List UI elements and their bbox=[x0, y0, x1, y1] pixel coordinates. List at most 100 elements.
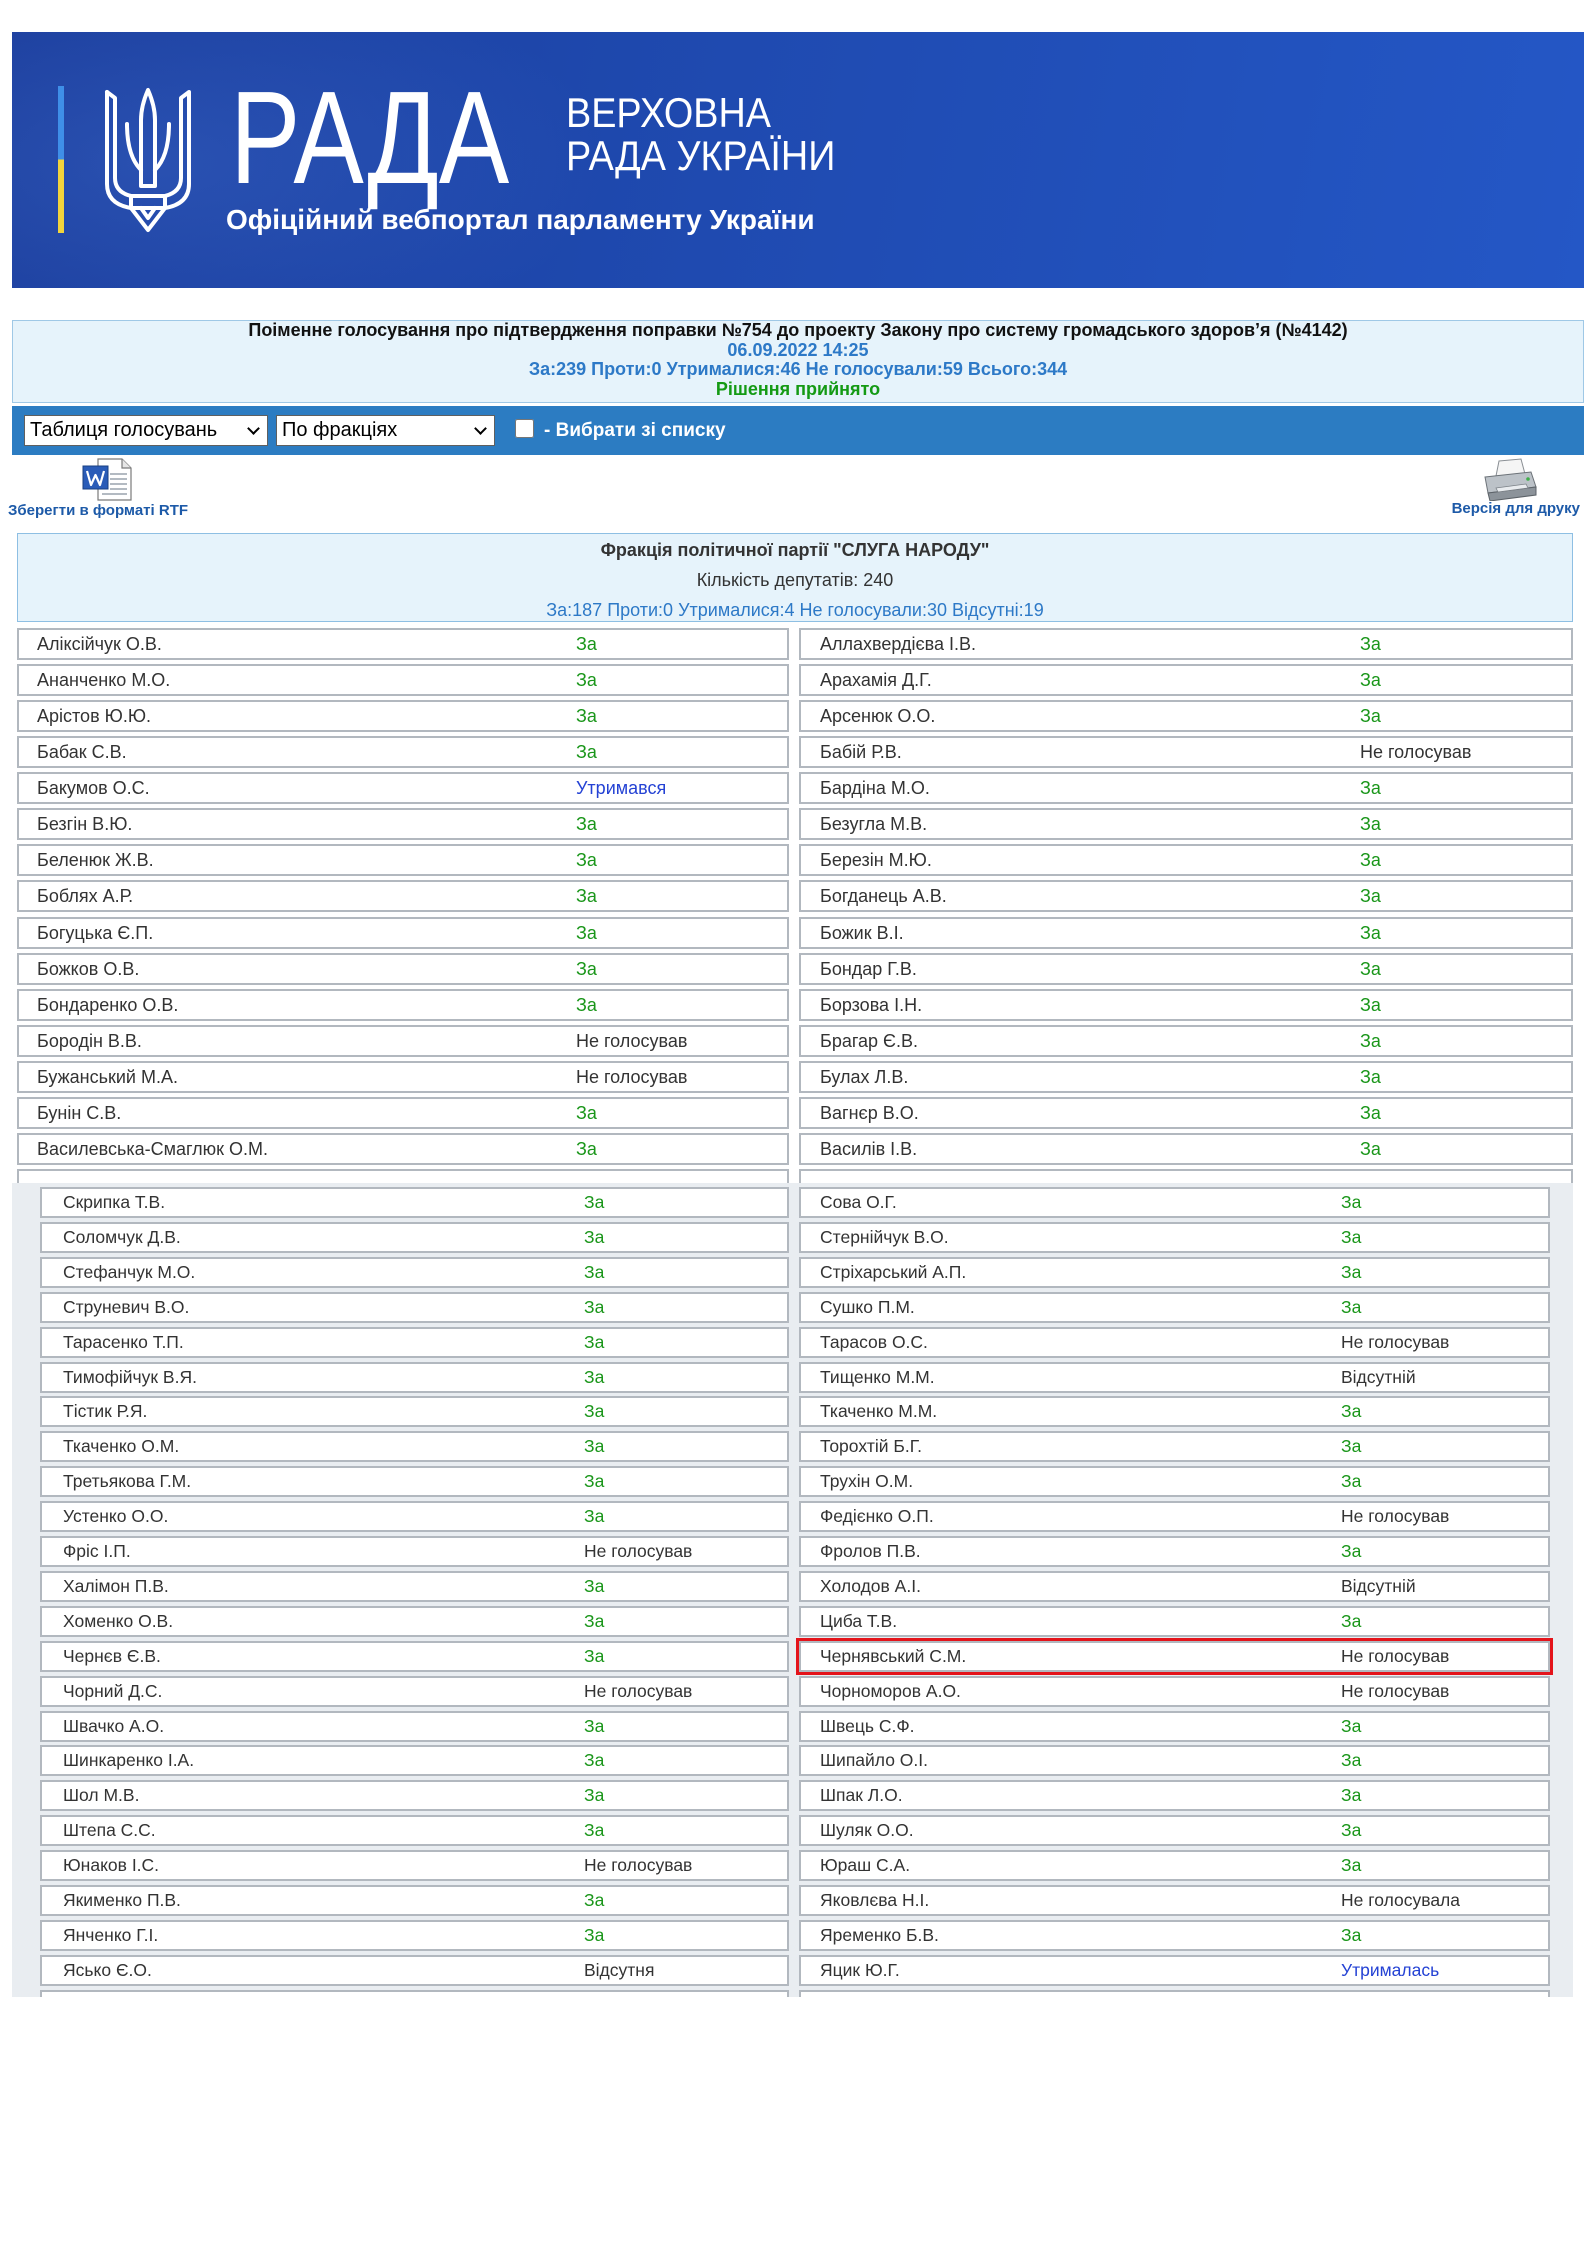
deputy-name: Арсенюк О.О. bbox=[820, 706, 936, 727]
deputy-vote: За bbox=[1360, 850, 1381, 871]
table-row: Ананченко М.О. За Арахамія Д.Г. За bbox=[17, 663, 1573, 699]
deputy-cell-left: Бакумов О.С. Утримався bbox=[17, 772, 789, 805]
deputy-vote: За bbox=[1360, 1138, 1381, 1159]
faction-vote-totals: За:187 Проти:0 Утрималися:4 Не голосувал… bbox=[546, 600, 1044, 620]
deputy-name: Янченко Г.І. bbox=[63, 1924, 159, 1945]
print-version-link[interactable]: Версія для друку bbox=[1452, 500, 1580, 517]
deputy-vote: За bbox=[576, 814, 597, 835]
vote-summary: Поіменне голосування про підтвердження п… bbox=[12, 320, 1584, 403]
deputy-cell-right: Василів І.В. За bbox=[799, 1132, 1573, 1165]
deputy-name: Шуляк О.О. bbox=[820, 1820, 914, 1841]
deputy-name: Штепа С.С. bbox=[63, 1820, 156, 1841]
deputy-name: Якименко П.В. bbox=[63, 1890, 181, 1910]
deputy-vote: За bbox=[1360, 1066, 1381, 1087]
deputy-name: Божик В.І. bbox=[820, 922, 904, 943]
table-row: Скрипка Т.В. За Сова О.Г. За bbox=[12, 1186, 1573, 1222]
deputy-name: Богданець А.В. bbox=[820, 886, 947, 907]
deputy-vote: За bbox=[576, 706, 597, 727]
deputy-name: Хоменко О.В. bbox=[63, 1610, 174, 1631]
table-row: Бужанський М.А. Не голосував Булах Л.В. За bbox=[17, 1060, 1573, 1096]
deputy-name: Аліксійчук О.В. bbox=[37, 634, 162, 654]
deputy-vote: За bbox=[576, 670, 597, 691]
table-row: Якименко П.В. За Яковлєва Н.І. Не голосувал… bbox=[12, 1884, 1573, 1920]
view-mode-select[interactable]: Таблиця голосувань bbox=[24, 415, 268, 446]
deputy-name: Бабій Р.В. bbox=[820, 742, 902, 763]
printer-icon[interactable] bbox=[1482, 458, 1537, 501]
deputy-cell-left: Тістик Р.Я. За bbox=[40, 1396, 789, 1428]
choose-from-list-checkbox[interactable] bbox=[515, 419, 534, 438]
table-row: Бакумов О.С. Утримався Бардіна М.О. За bbox=[17, 771, 1573, 807]
logo-subtitle-line2: РАДА УКРАЇНИ bbox=[566, 132, 836, 179]
table-row: Ткаченко О.М. За Торохтій Б.Г. За bbox=[12, 1430, 1573, 1466]
deputy-name: Стернійчук В.О. bbox=[820, 1226, 949, 1247]
deputy-cell-left bbox=[17, 1169, 789, 1183]
faction-header: Фракція політичної партії "СЛУГА НАРОДУ"… bbox=[17, 533, 1573, 622]
deputy-vote: За bbox=[584, 1192, 605, 1212]
deputy-vote: За bbox=[584, 1401, 605, 1422]
deputy-vote: За bbox=[584, 1645, 605, 1666]
site-header[interactable]: РАДА ВЕРХОВНА РАДА УКРАЇНИ Офіційний веб… bbox=[12, 32, 1584, 288]
deputy-name: Сова О.Г. bbox=[820, 1192, 897, 1212]
deputy-cell-left: Чернєв Є.В. За bbox=[40, 1640, 789, 1672]
deputy-cell-left: Арістов Ю.Ю. За bbox=[17, 700, 789, 733]
deputy-name: Халімон П.В. bbox=[63, 1575, 169, 1596]
deputy-vote: Не голосував bbox=[584, 1541, 693, 1561]
word-document-icon[interactable] bbox=[82, 458, 132, 501]
deputy-name: Стефанчук М.О. bbox=[63, 1261, 196, 1282]
deputy-name: Шпак Л.О. bbox=[820, 1785, 903, 1806]
deputy-name: Трухін О.М. bbox=[820, 1471, 914, 1492]
deputy-name: Безугла М.В. bbox=[820, 814, 928, 835]
faction-deputy-count: Кількість депутатів: 240 bbox=[696, 570, 894, 590]
deputy-name: Бардіна М.О. bbox=[820, 778, 930, 799]
deputy-vote: Не голосував bbox=[584, 1680, 693, 1701]
logo-subtitle-line1: ВЕРХОВНА bbox=[566, 89, 772, 136]
table-row: Бунін С.В. За Вагнєр В.О. За bbox=[17, 1096, 1573, 1132]
deputy-vote: Утрималась bbox=[1341, 1959, 1440, 1980]
deputy-name: Фріс І.П. bbox=[63, 1541, 131, 1561]
table-row: Безгін В.Ю. За Безугла М.В. За bbox=[17, 807, 1573, 843]
deputy-cell-right: Аллахвердієва І.В. За bbox=[799, 628, 1573, 660]
deputy-cell-right: Вагнєр В.О. За bbox=[799, 1096, 1573, 1129]
table-row: Хоменко О.В. За Циба Т.В. За bbox=[12, 1605, 1573, 1641]
grouping-select[interactable]: По фракціях bbox=[276, 415, 495, 446]
deputy-vote: За bbox=[576, 994, 597, 1015]
deputy-vote: За bbox=[1341, 1785, 1362, 1806]
deputy-vote: За bbox=[584, 1820, 605, 1841]
deputy-vote: Не голосував bbox=[1341, 1645, 1450, 1666]
deputy-name: Бородін В.В. bbox=[37, 1030, 142, 1051]
table-row: Божков О.В. За Бондар Г.В. За bbox=[17, 952, 1573, 988]
deputy-vote: Відсутній bbox=[1341, 1366, 1416, 1387]
save-rtf-link[interactable]: Зберегти в форматі RTF bbox=[8, 502, 188, 519]
deputy-cell-left: Боблях А.Р. За bbox=[17, 880, 789, 913]
deputy-cell-left: Беленюк Ж.В. За bbox=[17, 844, 789, 877]
deputy-vote: За bbox=[584, 1715, 605, 1736]
deputy-vote: За bbox=[576, 886, 597, 907]
deputy-vote: Утримався bbox=[576, 778, 667, 799]
table-row: Ясько Є.О. Відсутня Яцик Ю.Г. Утрималась bbox=[12, 1954, 1573, 1990]
deputy-cell-right: Тищенко М.М. Відсутній bbox=[799, 1361, 1550, 1393]
deputy-name: Стріхарський А.П. bbox=[820, 1261, 967, 1282]
deputy-name: Василевська-Смаглюк О.М. bbox=[37, 1138, 269, 1159]
deputy-cell-left: Тимофійчук В.Я. За bbox=[40, 1361, 789, 1393]
table-row: Шол М.В. За Шпак Л.О. За bbox=[12, 1779, 1573, 1815]
table-row: Богуцька Є.П. За Божик В.І. За bbox=[17, 916, 1573, 952]
choose-from-list-label[interactable]: - Вибрати зі списку bbox=[544, 406, 726, 455]
deputy-cell-left: Соломчук Д.В. За bbox=[40, 1221, 789, 1253]
table-row-partial bbox=[12, 1989, 1573, 1997]
deputy-cell-right: Яременко Б.В. За bbox=[799, 1919, 1550, 1951]
deputy-cell-left: Божков О.В. За bbox=[17, 952, 789, 985]
deputy-name: Фролов П.В. bbox=[820, 1541, 921, 1561]
deputy-vote: За bbox=[584, 1436, 605, 1457]
deputy-vote: За bbox=[584, 1890, 605, 1910]
table-row: Шинкаренко І.А. За Шипайло О.І. За bbox=[12, 1744, 1573, 1780]
deputy-vote: За bbox=[1341, 1855, 1362, 1876]
deputy-cell-left: Бородін В.В. Не голосував bbox=[17, 1024, 789, 1057]
deputy-name: Ткаченко О.М. bbox=[63, 1436, 180, 1457]
deputy-vote: За bbox=[1341, 1610, 1362, 1631]
deputy-name: Федієнко О.П. bbox=[820, 1506, 934, 1527]
deputy-name: Циба Т.В. bbox=[820, 1610, 898, 1631]
deputy-vote: За bbox=[584, 1610, 605, 1631]
deputy-name: Третьякова Г.М. bbox=[63, 1471, 192, 1492]
deputy-cell-left: Скрипка Т.В. За bbox=[40, 1187, 789, 1218]
table-row: Стефанчук М.О. За Стріхарський А.П. За bbox=[12, 1256, 1573, 1292]
